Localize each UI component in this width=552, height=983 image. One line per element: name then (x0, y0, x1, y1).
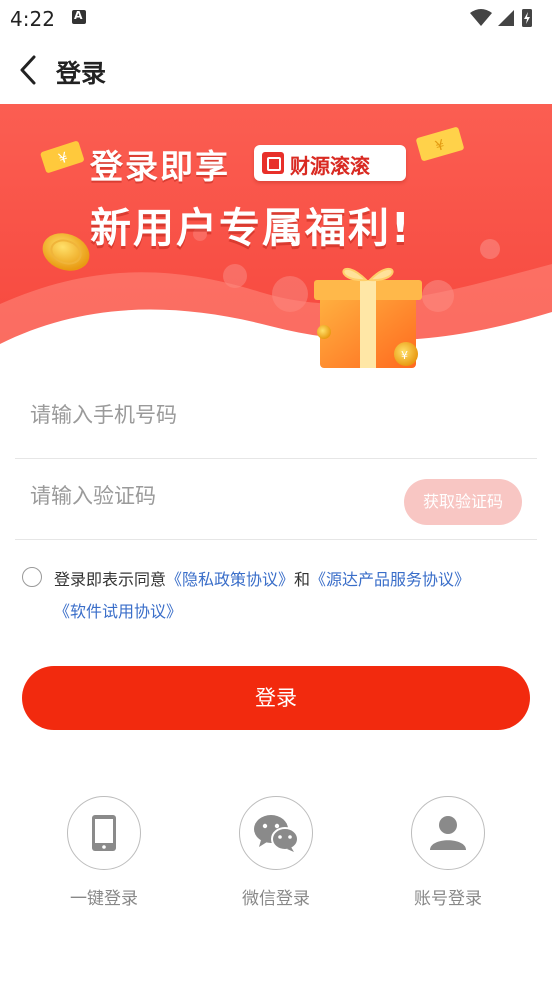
account-login-label: 账号登录 (414, 889, 482, 909)
status-icons (470, 9, 532, 27)
svg-text:¥: ¥ (401, 349, 408, 362)
back-button[interactable] (14, 52, 48, 88)
agreement-text: 登录即表示同意《隐私政策协议》和《源达产品服务协议》《软件试用协议》 (54, 564, 534, 628)
status-time: 4:22 (10, 7, 55, 31)
verification-code-input[interactable] (30, 476, 390, 516)
status-bar: 4:22 (0, 0, 552, 36)
phone-input[interactable] (30, 395, 390, 435)
chevron-left-icon (20, 55, 36, 85)
account-login-circle (411, 796, 485, 870)
agreement-prefix: 登录即表示同意 (54, 570, 167, 589)
wechat-login-label: 微信登录 (242, 889, 310, 909)
wifi-icon (470, 9, 492, 26)
code-field: 获取验证码 (15, 454, 537, 540)
wechat-login-button[interactable]: 微信登录 (226, 796, 326, 909)
signal-icon (498, 10, 514, 26)
privacy-policy-link[interactable]: 《隐私政策协议》 (166, 570, 294, 589)
login-button[interactable]: 登录 (22, 666, 530, 730)
brand-badge: 财源滚滚 (254, 145, 406, 181)
banner-subheadline: 新用户专属福利! (90, 204, 412, 252)
header: 登录 (0, 36, 552, 104)
trial-agreement-link[interactable]: 《软件试用协议》 (54, 602, 182, 621)
user-icon (430, 816, 466, 850)
agreement-connector: 和 (294, 570, 311, 589)
one-click-login-label: 一键登录 (70, 889, 138, 909)
brand-name: 财源滚滚 (290, 154, 370, 178)
agreement-checkbox[interactable] (22, 567, 42, 587)
get-code-button[interactable]: 获取验证码 (404, 479, 522, 525)
page-title: 登录 (56, 59, 107, 88)
wechat-icon (254, 815, 299, 852)
phone-icon (92, 815, 116, 851)
one-click-login-button[interactable]: 一键登录 (54, 796, 154, 909)
wechat-login-circle (239, 796, 313, 870)
banner-headline: 登录即享 (90, 147, 230, 186)
gift-icon: ¥ (314, 267, 422, 368)
notification-a-icon (72, 9, 86, 24)
brand-logo-icon (262, 152, 284, 174)
service-agreement-link[interactable]: 《源达产品服务协议》 (310, 570, 470, 589)
promo-banner: ¥ ¥ ¥ 登录即享 财源滚滚 新用户专属福利! (0, 104, 552, 374)
one-click-login-circle (67, 796, 141, 870)
account-login-button[interactable]: 账号登录 (398, 796, 498, 909)
phone-field (15, 373, 537, 459)
